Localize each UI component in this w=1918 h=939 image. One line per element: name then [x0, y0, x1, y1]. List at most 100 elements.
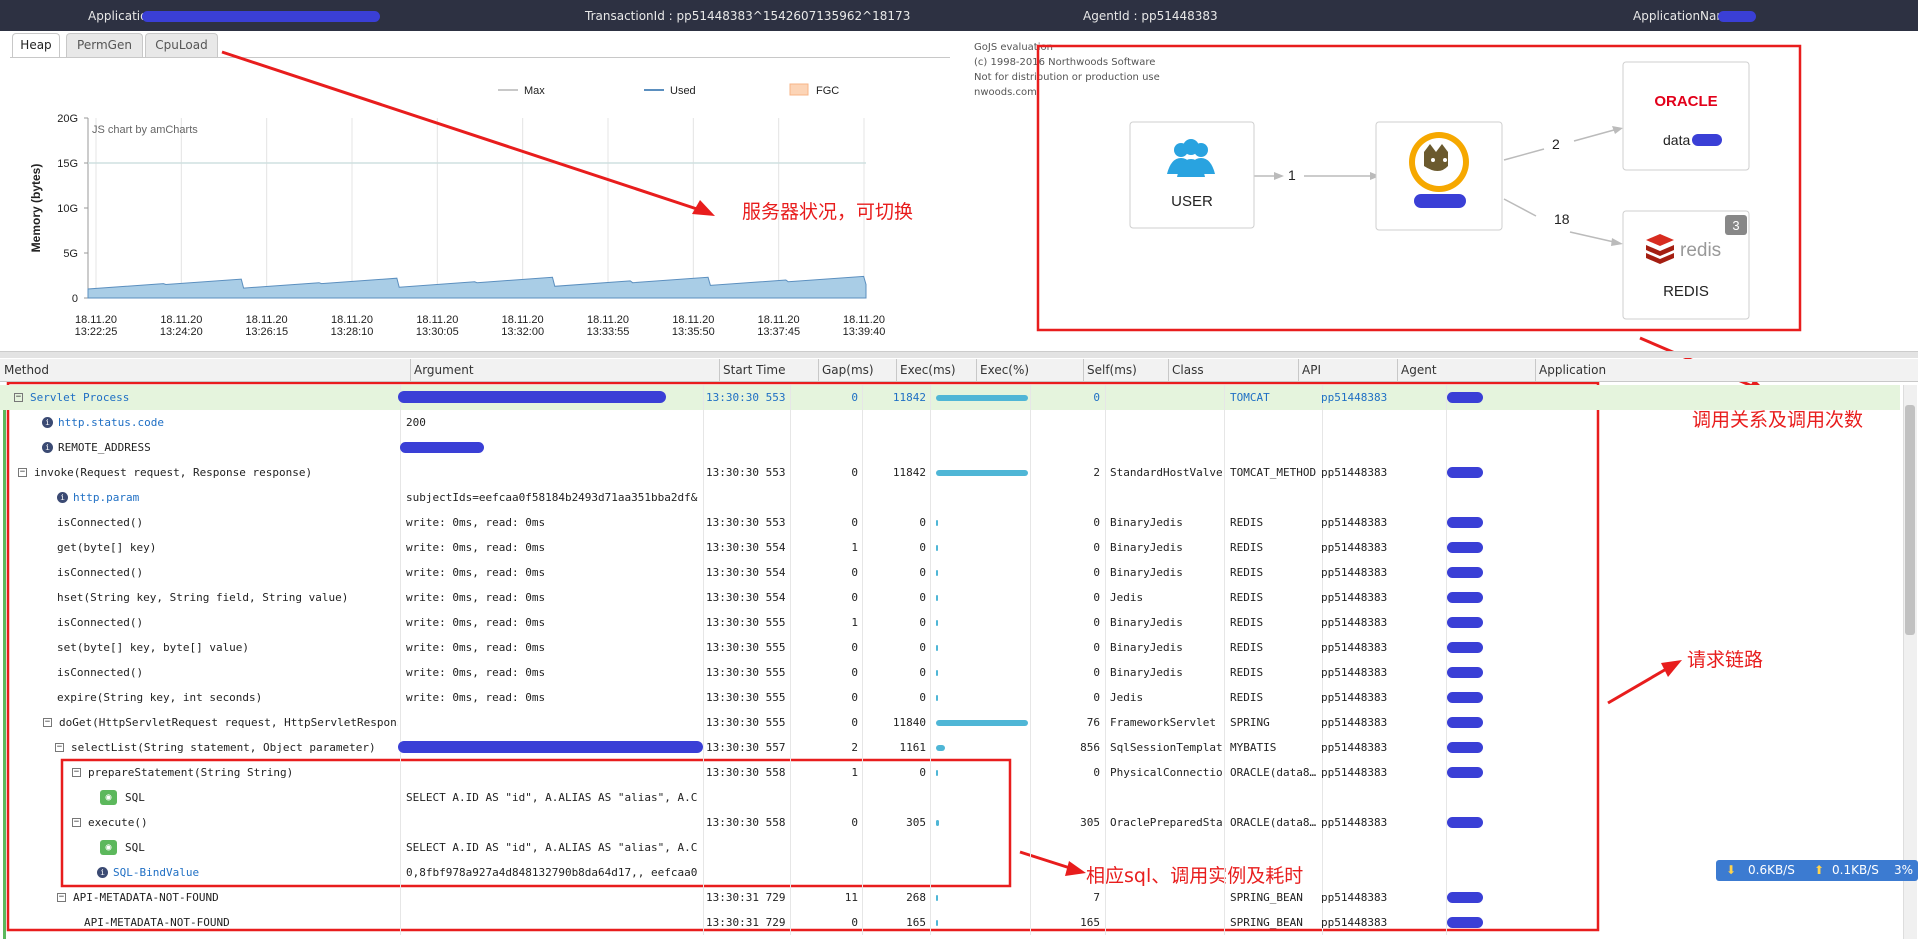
cell-divider	[703, 435, 704, 460]
cell-divider	[1224, 485, 1225, 510]
argument: 200	[406, 416, 426, 429]
cell-divider	[790, 385, 791, 410]
column-divider[interactable]	[1168, 359, 1169, 381]
column-divider[interactable]	[818, 359, 819, 381]
upload-speed: 0.1KB/S	[1832, 863, 1879, 877]
table-row[interactable]: set(byte[] key, byte[] value) write: 0ms,…	[0, 635, 1900, 660]
panel-splitter[interactable]	[0, 351, 1918, 358]
cell-divider	[703, 460, 704, 485]
column-divider[interactable]	[410, 359, 411, 381]
exec-percent-bar	[936, 520, 938, 526]
collapse-toggle[interactable]: −	[72, 818, 81, 827]
cell-divider	[703, 560, 704, 585]
collapse-toggle[interactable]: −	[57, 893, 66, 902]
cell-divider	[862, 535, 863, 560]
table-row[interactable]: − execute() 13:30:30 558 0 305 305 OraclePrepa…	[0, 810, 1900, 835]
class-name: Jedis	[1110, 591, 1144, 604]
exec-ms: 11842	[892, 466, 926, 479]
column-header[interactable]: Application	[1539, 363, 1606, 377]
table-row[interactable]: ◉ SQL SELECT A.ID AS "id", A.ALIAS AS "ali…	[0, 785, 1900, 810]
arrowhead	[692, 200, 715, 216]
redacted-application	[1447, 917, 1483, 928]
class-name: PhysicalConnection	[1110, 766, 1222, 779]
column-divider[interactable]	[896, 359, 897, 381]
download-icon: ⬇	[1726, 863, 1737, 877]
eye-icon[interactable]: ◉	[100, 790, 117, 805]
exec-ms: 0	[919, 566, 926, 579]
argument: SELECT A.ID AS "id", A.ALIAS AS "alias",…	[406, 841, 698, 854]
argument: write: 0ms, read: 0ms	[406, 566, 546, 579]
column-header[interactable]: API	[1302, 363, 1321, 377]
table-row[interactable]: i SQL-BindValue 0,8fbf978a927a4d848132790b…	[0, 860, 1900, 885]
cell-divider	[1224, 385, 1225, 410]
table-row[interactable]: isConnected() write: 0ms, read: 0ms 13:30:…	[0, 560, 1900, 585]
exec-percent-bar	[936, 820, 939, 826]
cell-divider	[862, 810, 863, 835]
cell-divider	[1224, 585, 1225, 610]
scrollbar-thumb[interactable]	[1905, 405, 1915, 635]
exec-percent-bar	[936, 470, 1028, 476]
column-divider[interactable]	[1298, 359, 1299, 381]
column-divider[interactable]	[1397, 359, 1398, 381]
column-header[interactable]: Agent	[1401, 363, 1437, 377]
cell-divider	[1105, 535, 1106, 560]
table-row[interactable]: − selectList(String statement, Object par…	[0, 735, 1900, 760]
table-row[interactable]: isConnected() write: 0ms, read: 0ms 13:30:…	[0, 660, 1900, 685]
cell-divider	[1105, 810, 1106, 835]
cell-divider	[862, 910, 863, 935]
collapse-toggle[interactable]: −	[72, 768, 81, 777]
exec-percent-bar	[936, 395, 1028, 401]
gap-ms: 0	[851, 516, 858, 529]
column-divider[interactable]	[976, 359, 977, 381]
table-row[interactable]: get(byte[] key) write: 0ms, read: 0ms 13:3…	[0, 535, 1900, 560]
table-row[interactable]: isConnected() write: 0ms, read: 0ms 13:30:…	[0, 610, 1900, 635]
table-row[interactable]: expire(String key, int seconds) write: 0m…	[0, 685, 1900, 710]
table-row[interactable]: ◉ SQL SELECT A.ID AS "id", A.ALIAS AS "ali…	[0, 835, 1900, 860]
table-row[interactable]: API-METADATA-NOT-FOUND 13:30:31 729 0 165 16…	[0, 910, 1900, 935]
column-header[interactable]: Class	[1172, 363, 1204, 377]
table-row[interactable]: − Servlet Process 13:30:30 553 0 11842 0 TOMCA…	[0, 385, 1900, 410]
collapse-toggle[interactable]: −	[55, 743, 64, 752]
cell-divider	[1446, 860, 1447, 885]
column-header[interactable]: Argument	[414, 363, 474, 377]
column-divider[interactable]	[1083, 359, 1084, 381]
cell-divider	[400, 810, 401, 835]
table-row[interactable]: i http.status.code 200	[0, 410, 1900, 435]
cell-divider	[1105, 610, 1106, 635]
eye-icon[interactable]: ◉	[100, 840, 117, 855]
column-divider[interactable]	[1535, 359, 1536, 381]
table-row[interactable]: − doGet(HttpServletRequest request, HttpS…	[0, 710, 1900, 735]
table-row[interactable]: i REMOTE_ADDRESS	[0, 435, 1900, 460]
cell-divider	[1322, 860, 1323, 885]
cell-divider	[400, 910, 401, 935]
column-divider[interactable]	[719, 359, 720, 381]
table-row[interactable]: isConnected() write: 0ms, read: 0ms 13:30:…	[0, 510, 1900, 535]
cell-divider	[930, 710, 931, 735]
column-header[interactable]: Exec(ms)	[900, 363, 956, 377]
cell-divider	[1224, 535, 1225, 560]
collapse-toggle[interactable]: −	[18, 468, 27, 477]
exec-ms: 0	[919, 616, 926, 629]
table-row[interactable]: − prepareStatement(String String) 13:30:30…	[0, 760, 1900, 785]
table-row[interactable]: − API-METADATA-NOT-FOUND 13:30:31 729 11 268…	[0, 885, 1900, 910]
cell-divider	[400, 585, 401, 610]
redacted-application	[1447, 667, 1483, 678]
column-header[interactable]: Self(ms)	[1087, 363, 1137, 377]
table-row[interactable]: − invoke(Request request, Response respon…	[0, 460, 1900, 485]
self-ms: 0	[1093, 641, 1100, 654]
method-name: get(byte[] key)	[57, 541, 157, 554]
cell-divider	[1030, 885, 1031, 910]
cell-divider	[862, 635, 863, 660]
column-header[interactable]: Method	[4, 363, 49, 377]
cell-divider	[1322, 410, 1323, 435]
redacted-argument	[398, 741, 703, 753]
table-row[interactable]: hset(String key, String field, String va…	[0, 585, 1900, 610]
column-header[interactable]: Exec(%)	[980, 363, 1029, 377]
collapse-toggle[interactable]: −	[14, 393, 23, 402]
redacted-application	[1447, 567, 1483, 578]
column-header[interactable]: Start Time	[723, 363, 786, 377]
column-header[interactable]: Gap(ms)	[822, 363, 874, 377]
collapse-toggle[interactable]: −	[43, 718, 52, 727]
table-row[interactable]: i http.param subjectIds=eefcaa0f58184b2493…	[0, 485, 1900, 510]
upload-icon: ⬆	[1814, 863, 1825, 877]
